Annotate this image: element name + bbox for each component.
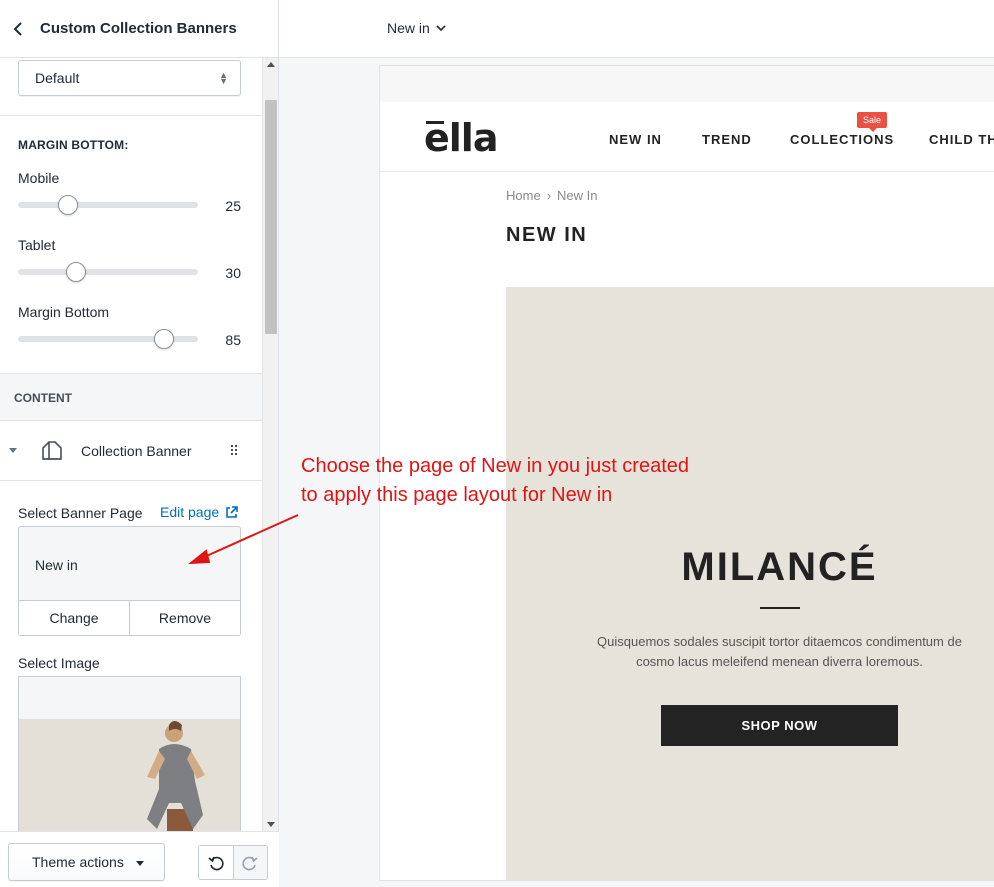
sidebar-scrollbar[interactable]	[262, 58, 278, 831]
nav-trend[interactable]: TREND	[702, 132, 752, 147]
page-card-actions: Change Remove	[19, 600, 240, 635]
theme-actions-label: Theme actions	[32, 854, 124, 870]
slider-handle[interactable]	[66, 262, 86, 282]
model-figure-image	[147, 721, 205, 831]
banner-title: MILANCÉ	[681, 545, 878, 589]
external-link-icon	[226, 505, 238, 518]
breadcrumb: Home › New In	[506, 188, 598, 203]
select-caret-icon: ▲ ▼	[219, 70, 228, 86]
banner-description-line: cosmo lacus meleifend menean diverra lor…	[636, 654, 923, 669]
block-name: Collection Banner	[81, 443, 192, 459]
undo-button[interactable]	[199, 846, 234, 879]
page-selector-dropdown[interactable]: New in	[387, 20, 446, 36]
page-title: NEW IN	[506, 224, 588, 246]
chevron-left-icon	[13, 21, 22, 36]
tablet-slider-value: 30	[225, 265, 241, 281]
mobile-slider[interactable]	[18, 195, 198, 215]
annotation-line: Choose the page of New in you just creat…	[301, 455, 690, 477]
layout-select-value: Default	[35, 70, 80, 86]
theme-actions-button[interactable]: Theme actions	[8, 843, 165, 881]
change-button[interactable]: Change	[19, 601, 130, 635]
undo-icon	[208, 856, 224, 870]
preview-frame-topstrip	[380, 66, 994, 102]
back-button[interactable]	[0, 0, 36, 58]
tablet-slider[interactable]	[18, 262, 198, 282]
margin-bottom-slider-value: 85	[225, 332, 241, 348]
redo-icon	[242, 856, 258, 870]
margin-bottom-heading: MARGIN BOTTOM:	[18, 138, 129, 152]
page-selector-value: New in	[387, 20, 430, 36]
store-header: ella NEW IN TREND COLLECTIONS Sale CHILD…	[380, 102, 994, 172]
content-heading: CONTENT	[14, 391, 72, 405]
selected-page-name: New in	[35, 557, 78, 573]
collection-block-icon	[42, 441, 62, 460]
nav-new-in[interactable]: NEW IN	[609, 132, 662, 147]
scroll-down-icon[interactable]	[267, 822, 275, 827]
banner-description-line: Quisquemos sodales suscipit tortor ditae…	[597, 634, 962, 649]
slider-handle[interactable]	[154, 329, 174, 349]
scrollbar-thumb[interactable]	[265, 100, 277, 334]
selected-page-card: New in Change Remove	[18, 526, 241, 636]
annotation-line: to apply this page layout for New in	[301, 484, 613, 506]
tablet-slider-label: Tablet	[18, 237, 56, 253]
redo-button[interactable]	[233, 846, 267, 879]
instruction-annotation: Choose the page of New in you just creat…	[301, 452, 689, 510]
collection-banner-block[interactable]: Collection Banner	[0, 421, 262, 481]
sidebar-header: Custom Collection Banners	[0, 0, 279, 58]
nav-child-theme[interactable]: CHILD THE	[929, 132, 994, 147]
breadcrumb-separator-icon: ›	[546, 188, 552, 203]
undo-redo-group	[198, 845, 268, 880]
drag-handle-icon[interactable]	[231, 445, 239, 457]
sidebar-scroll-area: Default ▲ ▼ MARGIN BOTTOM: Mobile 25 Tabl…	[0, 58, 262, 831]
mobile-slider-value: 25	[225, 198, 241, 214]
nav-collections[interactable]: COLLECTIONS	[790, 132, 894, 147]
banner-divider	[760, 607, 800, 609]
edit-page-link[interactable]: Edit page	[160, 504, 238, 520]
breadcrumb-current: New In	[557, 188, 598, 203]
slider-handle[interactable]	[58, 195, 78, 215]
collection-banner: MILANCÉ Quisquemos sodales suscipit tort…	[506, 287, 994, 880]
edit-page-text: Edit page	[160, 504, 220, 520]
banner-description: Quisquemos sodales suscipit tortor ditae…	[566, 632, 993, 672]
image-picker[interactable]	[18, 676, 241, 831]
theme-editor-sidebar: Custom Collection Banners Default ▲ ▼ MAR…	[0, 0, 279, 887]
scroll-up-icon[interactable]	[267, 62, 275, 67]
sidebar-title: Custom Collection Banners	[40, 20, 237, 37]
divider	[0, 115, 262, 116]
sidebar-footer: Theme actions	[0, 831, 279, 887]
chevron-down-icon	[436, 24, 446, 31]
dropdown-caret-icon	[136, 861, 144, 866]
select-image-label: Select Image	[18, 655, 100, 671]
store-logo[interactable]: ella	[424, 116, 498, 160]
margin-bottom-slider[interactable]	[18, 329, 198, 349]
sale-badge: Sale	[857, 112, 888, 132]
breadcrumb-home[interactable]: Home	[506, 188, 541, 203]
shop-now-button[interactable]: SHOP NOW	[661, 705, 898, 746]
content-section-header: CONTENT	[0, 373, 262, 421]
layout-select[interactable]: Default ▲ ▼	[18, 60, 241, 96]
margin-bottom-slider-label: Margin Bottom	[18, 304, 110, 320]
select-banner-page-label: Select Banner Page	[18, 505, 143, 521]
editor-topbar: New in	[279, 0, 994, 58]
collapse-triangle-icon[interactable]	[9, 448, 17, 453]
logo-macron	[426, 121, 444, 124]
remove-button[interactable]: Remove	[130, 601, 240, 635]
mobile-slider-label: Mobile	[18, 170, 60, 186]
banner-thumbnail-image	[19, 719, 240, 831]
